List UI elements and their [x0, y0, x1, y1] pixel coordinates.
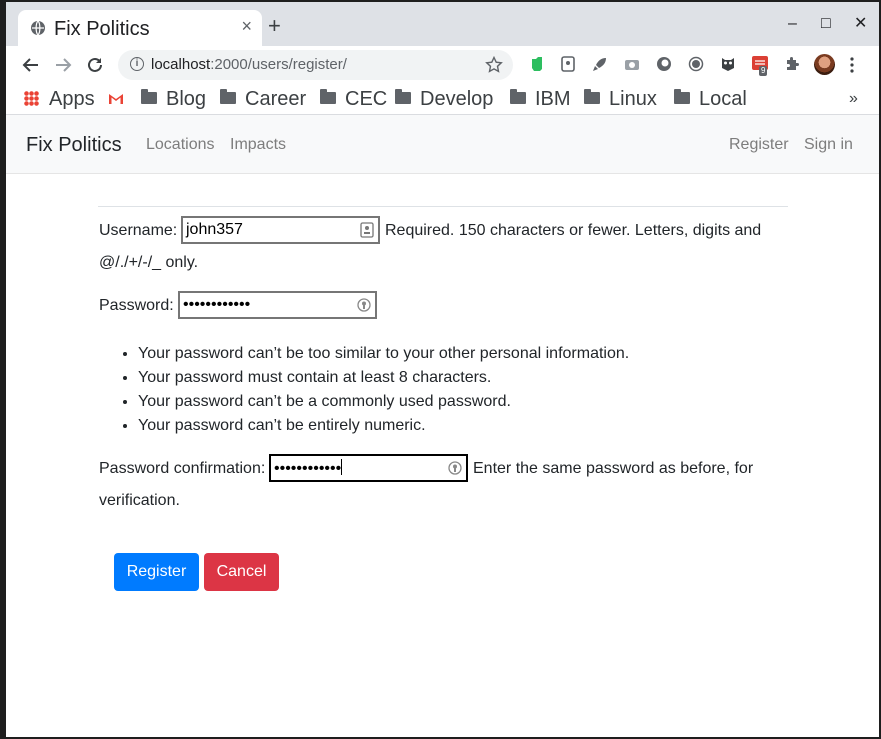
nav-link-locations[interactable]: Locations	[146, 136, 215, 154]
url-text: localhost:2000/users/register/	[151, 56, 347, 73]
username-label: Username:	[99, 222, 178, 239]
camera-icon[interactable]	[624, 56, 640, 72]
folder-icon	[395, 89, 411, 104]
extension-badge: 9	[759, 66, 768, 76]
address-bar[interactable]: i localhost:2000/users/register/	[118, 50, 513, 80]
divider	[98, 206, 788, 207]
password-rules-list: Your password can’t be too similar to yo…	[118, 344, 629, 440]
nav-link-impacts[interactable]: Impacts	[230, 136, 286, 154]
register-form: Username: john357 Required. 150 characte…	[6, 174, 879, 737]
register-button[interactable]: Register	[114, 553, 199, 591]
apps-grid-icon	[24, 91, 39, 106]
nav-link-sign-in[interactable]: Sign in	[804, 136, 853, 154]
bookmark-develop[interactable]: Develop	[395, 88, 493, 110]
evernote-icon[interactable]	[529, 56, 545, 72]
folder-icon	[510, 89, 526, 104]
password-label: Password:	[99, 297, 174, 314]
username-input[interactable]: john357	[181, 216, 380, 244]
browser-toolbar: i localhost:2000/users/register/ 9	[6, 46, 879, 84]
list-item: Your password can’t be a commonly used p…	[138, 392, 629, 416]
tab-title: Fix Politics	[54, 18, 150, 40]
bookmark-blog[interactable]: Blog	[141, 88, 206, 110]
bookmark-ibm[interactable]: IBM	[510, 88, 571, 110]
contact-card-icon[interactable]	[360, 222, 374, 238]
bookmark-apps[interactable]: Apps	[24, 88, 95, 110]
bookmarks-overflow-button[interactable]: »	[849, 88, 858, 110]
back-arrow-icon[interactable]	[22, 56, 40, 74]
text-cursor	[341, 459, 343, 475]
password-confirmation-label: Password confirmation:	[99, 460, 266, 477]
folder-icon	[674, 89, 690, 104]
browser-tab[interactable]: Fix Politics ×	[18, 10, 262, 46]
password-value: ••••••••••••	[183, 296, 251, 313]
bookmark-local[interactable]: Local	[674, 88, 747, 110]
new-tab-button[interactable]: +	[268, 15, 281, 37]
password-confirmation-value: ••••••••••••	[274, 460, 342, 477]
dark-reader-icon[interactable]	[688, 56, 704, 72]
username-help-text: Required. 150 characters or fewer. Lette…	[385, 222, 762, 239]
puzzle-icon[interactable]	[784, 56, 800, 72]
avatar[interactable]	[814, 54, 835, 75]
password-confirmation-help-text: Enter the same password as before, for	[473, 460, 754, 477]
tab-close-icon[interactable]: ×	[241, 16, 252, 37]
key-icon[interactable]	[357, 297, 371, 313]
bookmark-star-icon[interactable]	[485, 56, 503, 74]
minimize-button[interactable]: –	[788, 16, 797, 32]
bookmarks-bar: Apps Blog Career CEC Develop IBM Linux L…	[6, 84, 879, 115]
password-confirmation-help-text-2: verification.	[99, 492, 180, 509]
folder-icon	[320, 89, 336, 104]
browser-window: Fix Politics × + – □ ✕ i localhost:2000/…	[6, 2, 879, 737]
maximize-button[interactable]: □	[821, 16, 831, 32]
bookmark-career[interactable]: Career	[220, 88, 306, 110]
list-item: Your password can’t be too similar to yo…	[138, 344, 629, 368]
nav-link-register[interactable]: Register	[729, 136, 789, 154]
folder-icon	[141, 89, 157, 104]
password-input[interactable]: ••••••••••••	[178, 291, 377, 319]
menu-dots-icon[interactable]	[849, 57, 855, 73]
rocket-icon[interactable]	[592, 56, 608, 72]
bookmark-cec[interactable]: CEC	[320, 88, 387, 110]
screencast-icon[interactable]	[656, 56, 672, 72]
key-icon[interactable]	[448, 460, 462, 476]
info-icon[interactable]: i	[130, 57, 144, 71]
owl-icon[interactable]	[720, 56, 736, 72]
username-value: john357	[186, 221, 243, 238]
title-bar: Fix Politics × + – □ ✕	[6, 2, 879, 46]
close-window-button[interactable]: ✕	[854, 16, 867, 32]
todoist-icon[interactable]: 9	[752, 56, 770, 76]
forward-arrow-icon[interactable]	[54, 56, 72, 74]
username-help-text-2: @/./+/-/_ only.	[99, 254, 199, 271]
list-item: Your password must contain at least 8 ch…	[138, 368, 629, 392]
folder-icon	[584, 89, 600, 104]
bookmark-linux[interactable]: Linux	[584, 88, 657, 110]
cancel-button[interactable]: Cancel	[204, 553, 279, 591]
globe-icon	[31, 20, 45, 36]
site-navbar: Fix Politics Locations Impacts Register …	[6, 115, 879, 174]
password-confirmation-input[interactable]: ••••••••••••	[269, 454, 468, 482]
list-item: Your password can’t be entirely numeric.	[138, 416, 629, 440]
folder-icon	[220, 89, 236, 104]
keeper-icon[interactable]	[560, 56, 576, 72]
reload-icon[interactable]	[86, 56, 104, 74]
brand-link[interactable]: Fix Politics	[26, 134, 122, 157]
gmail-icon[interactable]	[108, 93, 124, 105]
